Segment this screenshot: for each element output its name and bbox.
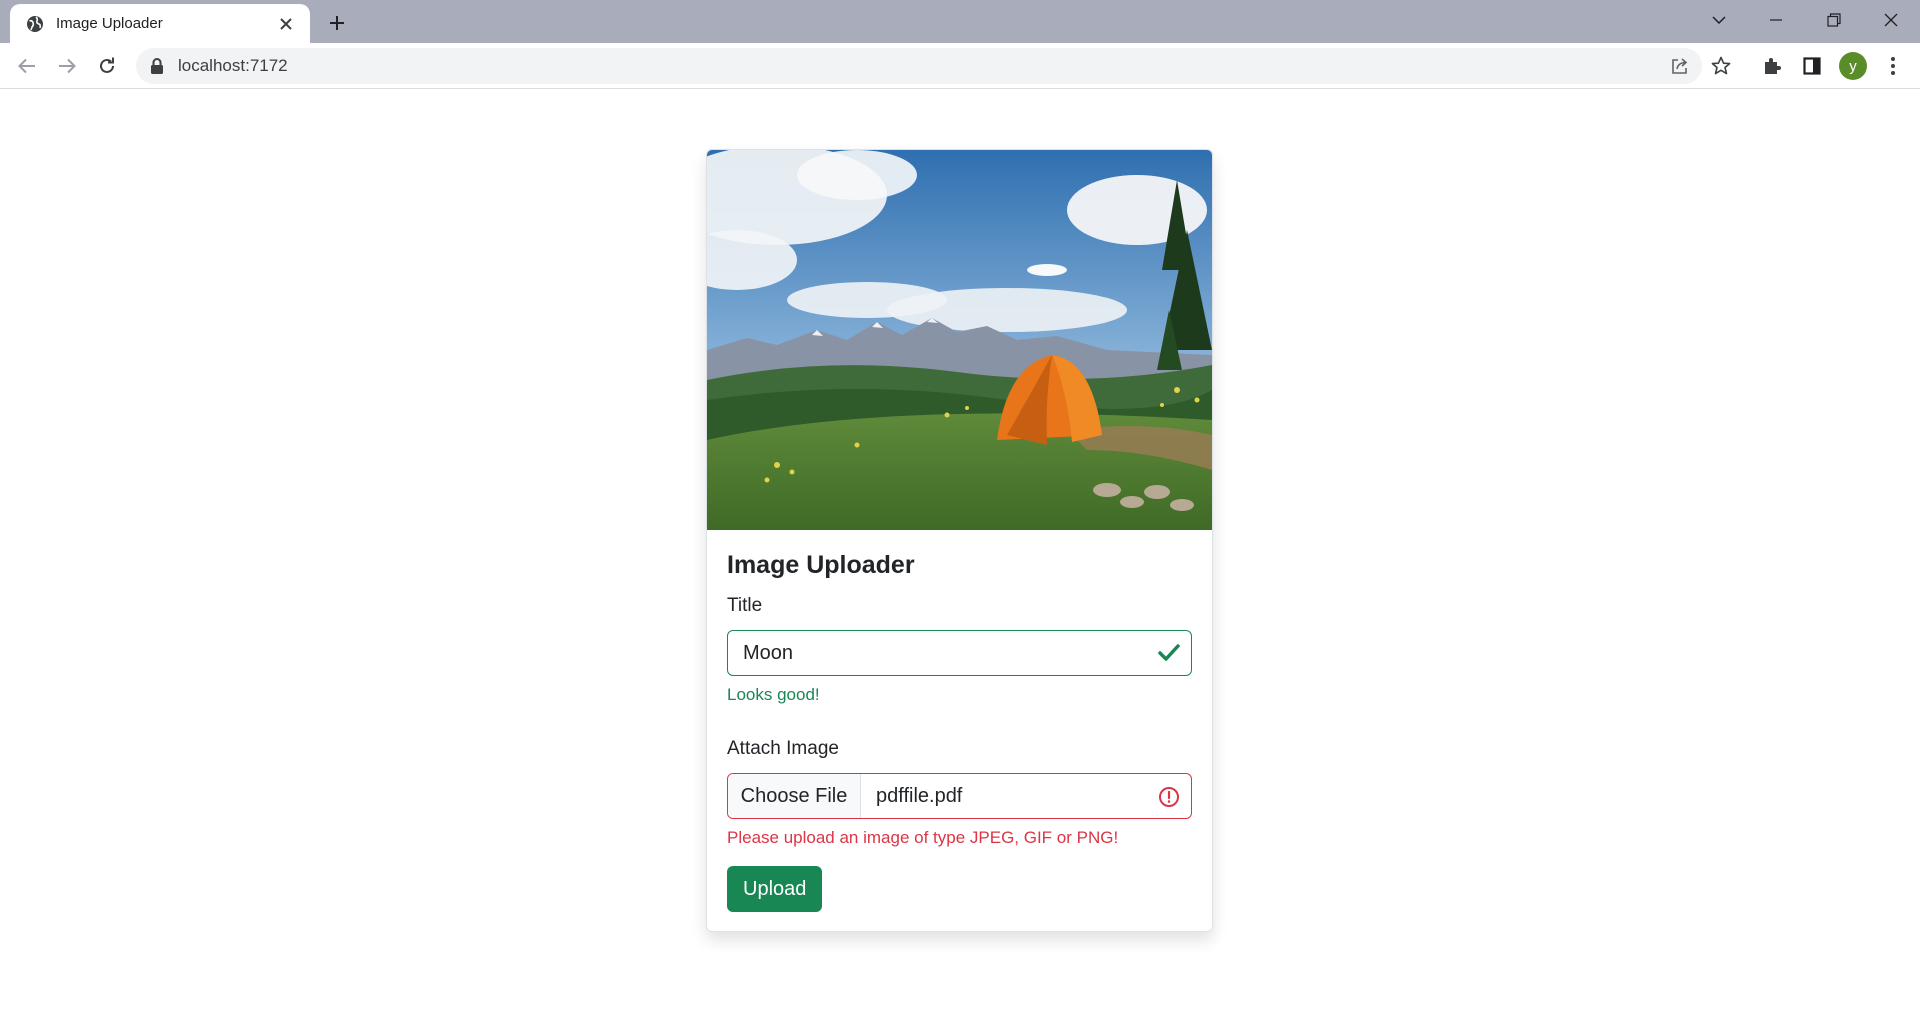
title-valid-feedback: Looks good!: [727, 685, 820, 704]
share-icon[interactable]: [1666, 52, 1694, 80]
address-bar[interactable]: localhost:7172: [136, 48, 1731, 84]
avatar[interactable]: y: [1839, 52, 1867, 80]
extensions-icon[interactable]: [1756, 50, 1788, 82]
title-label: Title: [727, 595, 763, 616]
back-arrow-icon[interactable]: [11, 50, 43, 82]
title-input[interactable]: [728, 631, 1143, 675]
reload-icon[interactable]: [91, 50, 123, 82]
check-icon: [1157, 642, 1181, 664]
globe-icon: [26, 15, 44, 33]
window-close-icon[interactable]: [1862, 0, 1920, 40]
minimize-icon[interactable]: [1747, 0, 1805, 40]
tab-bar: Image Uploader: [0, 0, 1920, 43]
attach-image-label: Attach Image: [727, 738, 839, 759]
browser-toolbar: localhost:7172 y: [0, 43, 1920, 89]
card-title: Image Uploader: [727, 551, 915, 579]
tab-title: Image Uploader: [56, 15, 163, 32]
url-text[interactable]: localhost:7172: [178, 48, 288, 84]
browser-tab[interactable]: Image Uploader: [10, 4, 310, 43]
side-panel-icon[interactable]: [1796, 50, 1828, 82]
lock-icon[interactable]: [150, 58, 164, 74]
title-input-wrapper[interactable]: [727, 630, 1192, 676]
plus-icon[interactable]: [323, 9, 351, 37]
restore-icon[interactable]: [1805, 0, 1863, 40]
file-invalid-feedback: Please upload an image of type JPEG, GIF…: [727, 828, 1119, 847]
upload-button[interactable]: Upload: [727, 866, 823, 912]
alert-circle-icon: [1158, 786, 1180, 808]
close-icon[interactable]: [276, 14, 296, 34]
star-icon[interactable]: [1707, 52, 1735, 80]
file-name: pdffile.pdf: [876, 785, 963, 807]
file-input[interactable]: Choose File pdffile.pdf: [727, 773, 1192, 819]
menu-dots-icon[interactable]: [1877, 50, 1909, 82]
choose-file-button[interactable]: Choose File: [728, 774, 861, 818]
uploader-card: Image Uploader Title Looks good! Attach …: [706, 149, 1213, 932]
chevron-down-icon[interactable]: [1690, 0, 1748, 40]
forward-arrow-icon[interactable]: [51, 50, 83, 82]
card-image: [707, 150, 1212, 530]
